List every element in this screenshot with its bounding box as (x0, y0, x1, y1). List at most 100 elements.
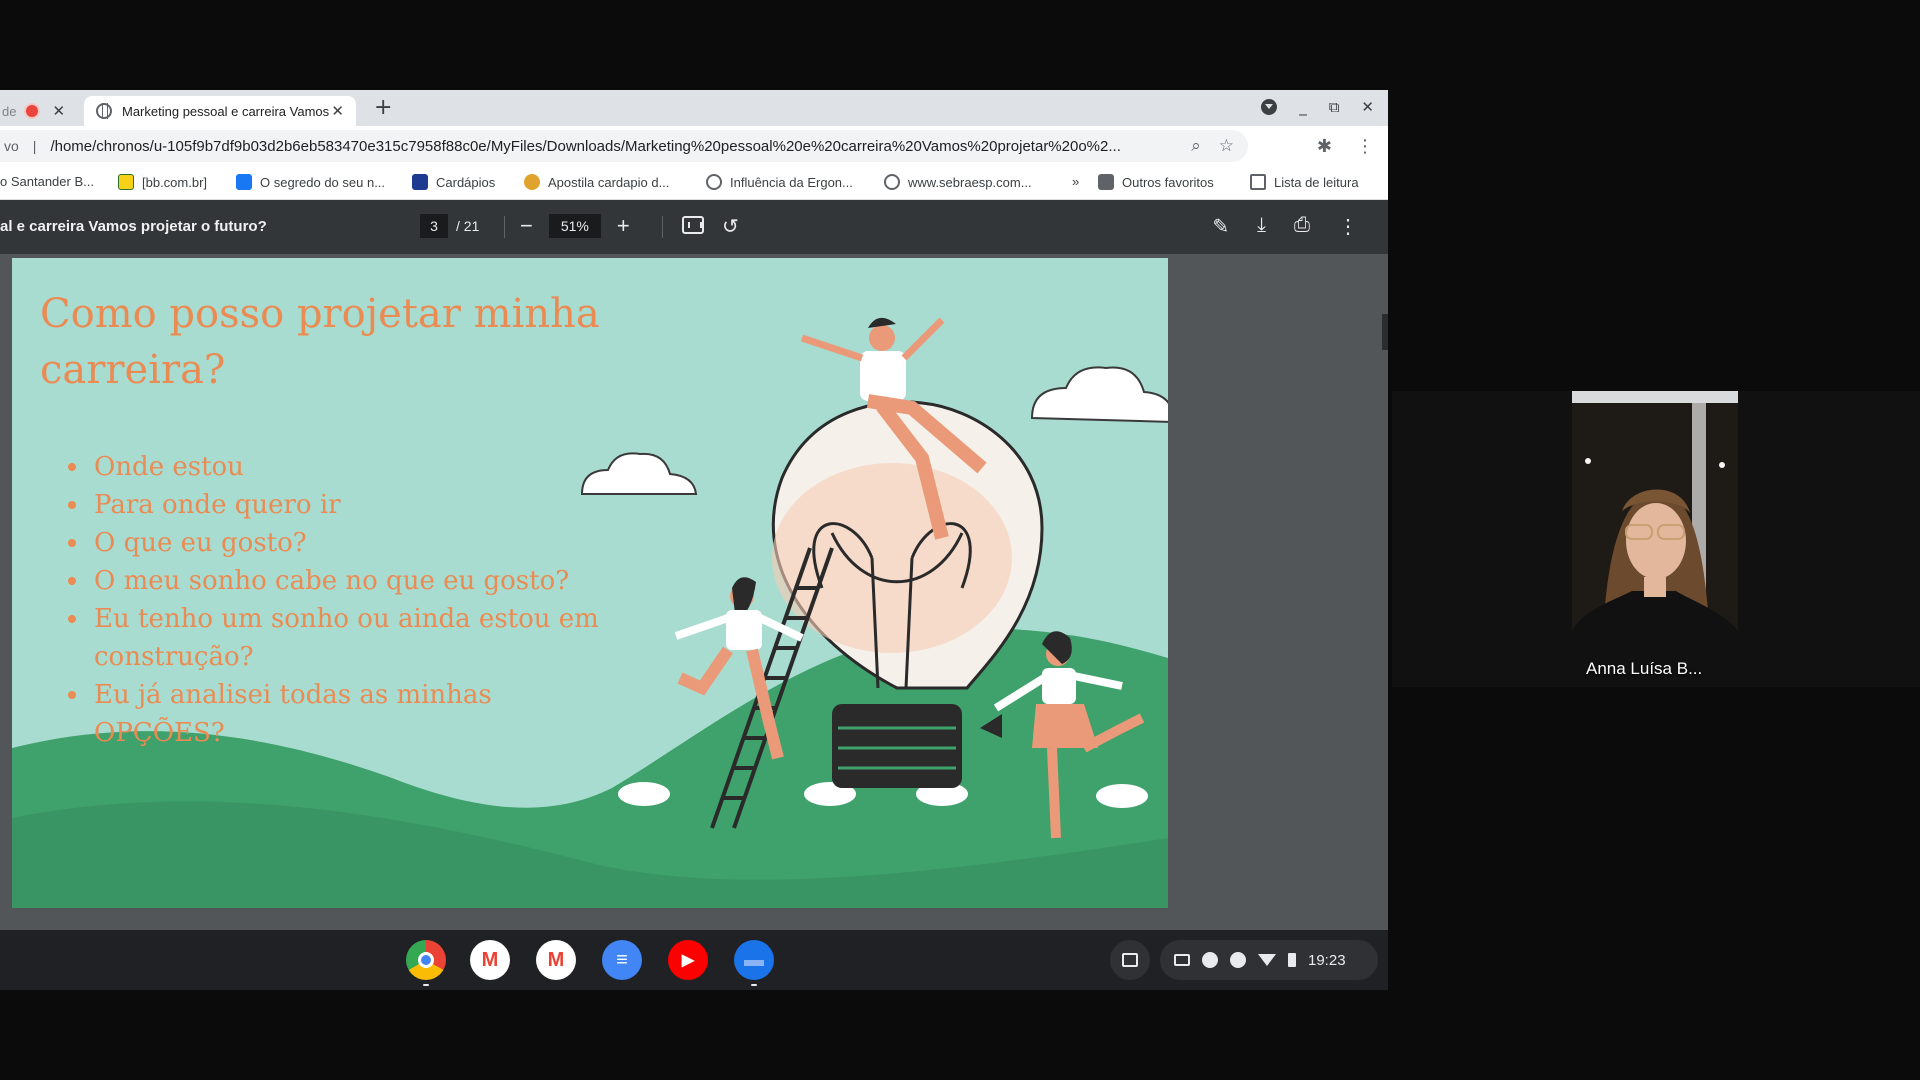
profile-menu-icon[interactable] (1261, 99, 1278, 115)
tab-previous[interactable]: de ✕ (0, 96, 82, 126)
zoom-input[interactable]: 51% (548, 214, 601, 238)
new-tab-button[interactable]: + (374, 95, 392, 120)
list-item: O que eu gosto? (68, 524, 628, 562)
wifi-icon (1258, 954, 1276, 966)
os-shelf: M M ≡ ▶ ▬ 19:23 (0, 930, 1388, 990)
notification-icon (1202, 952, 1218, 968)
slide-bullet-list: Onde estou Para onde quero ir O que eu g… (68, 448, 628, 752)
rotate-icon[interactable]: ↺ (722, 214, 739, 239)
youtube-icon[interactable]: ▶ (668, 940, 708, 980)
participant-name-label: Anna Luísa B... (1586, 659, 1703, 678)
bookmark-apostila[interactable]: Apostila cardapio d... (524, 174, 669, 190)
search-icon[interactable]: ⌕ (1191, 136, 1201, 156)
tab-active-title: Marketing pessoal e carreira Vamos (122, 103, 330, 119)
download-icon[interactable]: ⤓ (1257, 214, 1266, 239)
list-item: Eu já analisei todas as minhas OPÇÕES? (68, 676, 628, 752)
app-running-indicator (751, 984, 757, 986)
page-number-input[interactable]: 3 (420, 214, 448, 238)
pdf-scrollbar[interactable] (1382, 314, 1388, 350)
url-separator: | (32, 138, 37, 154)
address-bar[interactable]: vo | /home/chronos/u-105f9b7df9b03d2b6eb… (0, 130, 1248, 162)
overview-button[interactable] (1110, 940, 1150, 980)
gmail-icon[interactable]: M (536, 940, 576, 980)
bookmark-sebrae[interactable]: www.sebraesp.com... (884, 174, 1032, 190)
cardapios-icon (412, 174, 428, 190)
reading-list-button[interactable]: Lista de leitura (1250, 174, 1359, 190)
pdf-toolbar: al e carreira Vamos projetar o futuro? 3… (0, 200, 1388, 254)
shared-screen: de ✕ Marketing pessoal e carreira Vamos … (0, 90, 1388, 990)
clock-time: 19:23 (1308, 951, 1346, 969)
page-total: / 21 (456, 218, 480, 234)
list-item: Eu tenho um sonho ou ainda estou em cons… (68, 600, 628, 676)
zoom-out-icon[interactable]: − (520, 215, 533, 237)
slide-title: Como posso projetar minha carreira? (40, 291, 600, 393)
bookmark-bb[interactable]: [bb.com.br] (118, 174, 207, 190)
close-tab-icon[interactable]: ✕ (331, 102, 344, 120)
bookmark-label: O segredo do seu n... (260, 174, 386, 190)
bookmark-label: Cardápios (436, 174, 496, 190)
pdf-title: al e carreira Vamos projetar o futuro? (0, 218, 267, 235)
chrome-icon[interactable] (406, 940, 446, 980)
print-icon[interactable]: ⎙ (1294, 214, 1310, 239)
docs-icon[interactable]: ≡ (602, 940, 642, 980)
list-item: Onde estou (68, 448, 628, 486)
bookmark-ergonomia[interactable]: Influência da Ergon... (706, 174, 853, 190)
pdf-viewport[interactable]: Como posso projetar minha carreira? Onde… (0, 254, 1388, 930)
globe-icon (884, 174, 900, 190)
bookmark-label: www.sebraesp.com... (908, 174, 1032, 190)
reading-list-icon (1250, 174, 1266, 190)
restore-icon[interactable]: ⧉ (1329, 98, 1340, 116)
minimize-icon[interactable]: _ (1299, 98, 1307, 116)
annotate-pen-icon[interactable]: ✎ (1212, 214, 1229, 239)
toolbar-divider (662, 216, 663, 238)
window-controls: _ ⧉ ✕ (1261, 98, 1374, 116)
bookmark-cardapios[interactable]: Cardápios (412, 174, 495, 190)
folder-icon (1098, 174, 1114, 190)
status-tray[interactable]: 19:23 (1160, 940, 1378, 980)
zoom-in-icon[interactable]: + (617, 215, 630, 237)
bookmarks-bar: o Santander B... [bb.com.br] O segredo d… (0, 166, 1388, 200)
address-bar-icons: ⌕ ☆ (1191, 136, 1234, 156)
screen-capture-icon (1174, 954, 1190, 966)
cloud-icon (1030, 366, 1168, 423)
tab-active[interactable]: Marketing pessoal e carreira Vamos ✕ (84, 96, 356, 126)
bookmark-label: o Santander B... (0, 174, 94, 189)
participant-video-tile[interactable]: Anna Luísa B... (1572, 391, 1738, 687)
bookmark-label: Outros favoritos (1122, 174, 1214, 190)
close-window-icon[interactable]: ✕ (1361, 98, 1374, 116)
recording-icon (26, 105, 39, 117)
participant-video (1572, 391, 1738, 687)
pdf-page-indicator: 3 / 21 (420, 214, 479, 238)
bookmark-label: Apostila cardapio d... (548, 174, 670, 190)
browser-tab-strip: de ✕ Marketing pessoal e carreira Vamos … (0, 90, 1388, 126)
list-item: Para onde quero ir (68, 486, 628, 524)
app-running-indicator (423, 984, 429, 986)
bookmark-other-folder[interactable]: Outros favoritos (1098, 174, 1214, 190)
bookmark-star-icon[interactable]: ☆ (1219, 136, 1234, 156)
apostila-icon (524, 174, 540, 190)
files-icon[interactable]: ▬ (734, 940, 774, 980)
bookmark-santander[interactable]: o Santander B... (0, 174, 94, 189)
fit-to-page-icon[interactable] (682, 216, 704, 234)
chrome-center (418, 952, 434, 968)
pdf-zoom-controls: − 51% + (520, 214, 630, 238)
bb-icon (118, 174, 134, 190)
meeting-stage: de ✕ Marketing pessoal e carreira Vamos … (0, 0, 1920, 1080)
menu-kebab-icon[interactable]: ⋮ (1356, 136, 1374, 157)
url-text[interactable]: /home/chronos/u-105f9b7df9b03d2b6eb58347… (50, 138, 1230, 155)
gmail-icon[interactable]: M (470, 940, 510, 980)
extensions-icon[interactable]: ✱ (1317, 136, 1332, 157)
bookmark-label: Influência da Ergon... (730, 174, 853, 190)
slide-page: Como posso projetar minha carreira? Onde… (12, 258, 1168, 908)
toolbar-divider (504, 216, 505, 238)
facebook-icon (236, 174, 252, 190)
list-item: O meu sonho cabe no que eu gosto? (68, 562, 628, 600)
bookmark-label: Lista de leitura (1274, 174, 1359, 190)
bookmark-facebook[interactable]: O segredo do seu n... (236, 174, 385, 190)
globe-icon (706, 174, 722, 190)
close-tab-icon[interactable]: ✕ (52, 102, 65, 120)
bookmarks-overflow-button[interactable]: » (1072, 174, 1079, 189)
battery-icon (1288, 953, 1296, 967)
notification-icon (1230, 952, 1246, 968)
more-options-icon[interactable]: ⋮ (1338, 214, 1358, 239)
